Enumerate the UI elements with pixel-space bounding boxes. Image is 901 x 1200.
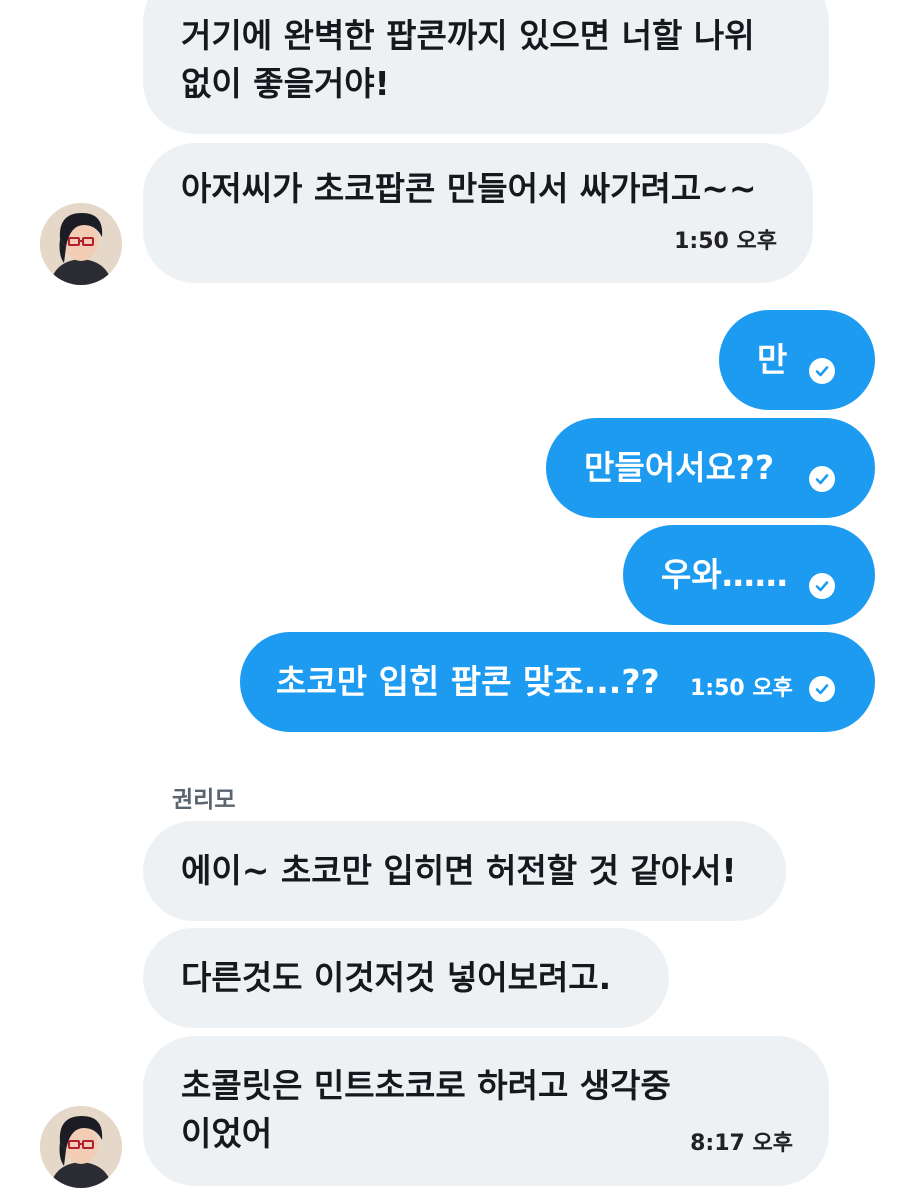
message-bubble-incoming[interactable]: 초콜릿은 민트초코로 하려고 생각중이었어 8:17 오후 [143, 1036, 829, 1186]
message-bubble-outgoing[interactable]: 만 [719, 310, 875, 410]
message-text: 우와…… [661, 555, 788, 594]
sender-name: 권리모 [172, 787, 236, 813]
message-text: 만 [757, 340, 788, 379]
check-circle-icon [809, 573, 835, 599]
message-bubble-incoming[interactable]: 에이~ 초코만 입히면 허전할 것 같아서! [143, 821, 786, 921]
message-bubble-incoming[interactable]: 아저씨가 초코팝콘 만들어서 싸가려고~~ 1:50 오후 [143, 143, 813, 283]
check-circle-icon [809, 676, 835, 702]
avatar-icon[interactable] [40, 203, 122, 285]
message-timestamp: 1:50 오후 [690, 676, 793, 701]
message-text: 만들어서요?? [584, 448, 775, 487]
message-text: 초코만 입힌 팝콘 맞죠...?? [276, 662, 660, 701]
message-text: 초콜릿은 민트초코로 하려고 생각중이었어 [181, 1066, 671, 1153]
check-circle-icon [809, 466, 835, 492]
message-text: 아저씨가 초코팝콘 만들어서 싸가려고~~ [181, 169, 757, 208]
message-text: 다른것도 이것저것 넣어보려고. [181, 958, 612, 997]
message-text: 거기에 완벽한 팝콘까지 있으면 너할 나위 없이 좋을거야! [181, 16, 755, 103]
avatar-icon[interactable] [40, 1106, 122, 1188]
message-bubble-incoming[interactable]: 거기에 완벽한 팝콘까지 있으면 너할 나위 없이 좋을거야! [143, 0, 829, 134]
check-circle-icon [809, 358, 835, 384]
message-bubble-outgoing[interactable]: 초코만 입힌 팝콘 맞죠...?? 1:50 오후 [240, 632, 875, 732]
message-bubble-outgoing[interactable]: 만들어서요?? [546, 418, 875, 518]
message-bubble-incoming[interactable]: 다른것도 이것저것 넣어보려고. [143, 928, 669, 1028]
message-timestamp: 1:50 오후 [674, 229, 777, 254]
message-text: 에이~ 초코만 입히면 허전할 것 같아서! [181, 851, 737, 890]
message-timestamp: 8:17 오후 [690, 1131, 793, 1156]
message-bubble-outgoing[interactable]: 우와…… [623, 525, 875, 625]
